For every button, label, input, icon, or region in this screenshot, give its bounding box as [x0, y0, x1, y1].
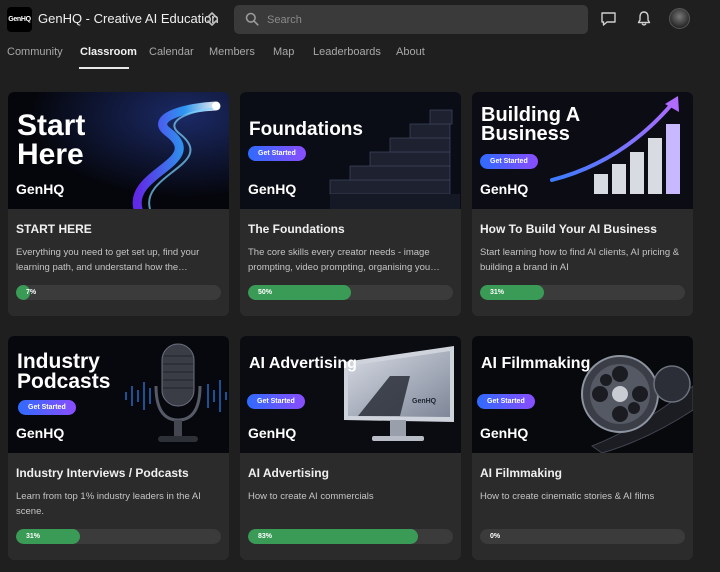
genhq-brand: GenHQ	[248, 425, 297, 441]
course-title[interactable]: The Foundations	[248, 222, 345, 236]
progress-label: 31%	[26, 533, 41, 540]
progress-fill	[248, 529, 419, 544]
course-description: Start learning how to find AI clients, A…	[480, 247, 680, 273]
genhq-brand: GenHQ	[16, 181, 65, 197]
course-description: The core skills every creator needs - im…	[248, 247, 440, 273]
thumbnail-title: Start Here	[17, 109, 86, 171]
thumbnail-title: Foundations	[249, 119, 363, 140]
tab-about[interactable]: About	[396, 46, 425, 58]
progress-label: 0%	[490, 533, 501, 540]
progress-bar: 83%	[248, 529, 453, 544]
thumbnail-title: AI Filmmaking	[481, 355, 591, 372]
course-card-foundations[interactable]: Foundations Get Started GenHQ The Founda…	[240, 92, 461, 316]
tab-map[interactable]: Map	[273, 46, 294, 58]
progress-label: 50%	[258, 289, 273, 296]
thumbnail-title: Industry Podcasts	[17, 350, 111, 393]
course-thumbnail: AI Advertising Get Started GenHQ GenHQ	[240, 336, 461, 453]
progress-bar: 50%	[248, 285, 453, 300]
course-thumbnail: Industry Podcasts Get Started GenHQ	[8, 336, 229, 453]
top-bar: GenHQ GenHQ - Creative AI Education	[0, 0, 720, 40]
thumbnail-title: AI Advertising	[249, 355, 357, 372]
thumbnail-title: Building A Business	[481, 104, 580, 145]
group-name[interactable]: GenHQ - Creative AI Education	[38, 11, 219, 26]
tab-leaderboards[interactable]: Leaderboards	[313, 46, 381, 58]
get-started-button: Get Started	[247, 394, 305, 409]
progress-label: 83%	[258, 533, 273, 540]
switch-community-icon[interactable]	[205, 10, 219, 28]
course-description: How to create cinematic stories & AI fil…	[480, 491, 655, 502]
search-bar[interactable]	[234, 5, 588, 34]
genhq-brand: GenHQ	[480, 181, 529, 197]
tab-classroom[interactable]: Classroom	[80, 46, 137, 58]
course-thumbnail: Foundations Get Started GenHQ	[240, 92, 461, 209]
group-logo[interactable]: GenHQ	[7, 7, 32, 32]
search-input[interactable]	[267, 5, 567, 34]
course-card-podcasts[interactable]: Industry Podcasts Get Started GenHQ Indu…	[8, 336, 229, 560]
course-title[interactable]: Industry Interviews / Podcasts	[16, 466, 189, 480]
course-title[interactable]: How To Build Your AI Business	[480, 222, 657, 236]
progress-bar: 7%	[16, 285, 221, 300]
course-card-start-here[interactable]: Start Here GenHQ START HERE Everything y…	[8, 92, 229, 316]
active-tab-indicator	[79, 67, 129, 69]
screen-brand-text: GenHQ	[412, 398, 437, 405]
tab-calendar[interactable]: Calendar	[149, 46, 194, 58]
course-card-advertising[interactable]: AI Advertising Get Started GenHQ GenHQ A…	[240, 336, 461, 560]
course-thumbnail: Building A Business Get Started GenHQ	[472, 92, 693, 209]
course-description: How to create AI commercials	[248, 491, 374, 502]
chat-icon[interactable]	[600, 10, 617, 27]
course-thumbnail: Start Here GenHQ	[8, 92, 229, 209]
get-started-button: Get Started	[18, 400, 76, 415]
nav-tabs: Community Classroom Calendar Members Map…	[0, 40, 720, 70]
progress-label: 7%	[26, 289, 37, 296]
course-card-business[interactable]: Building A Business Get Started GenHQ Ho…	[472, 92, 693, 316]
course-title[interactable]: AI Filmmaking	[480, 466, 562, 480]
search-icon	[245, 12, 259, 26]
course-card-filmmaking[interactable]: AI Filmmaking Get Started GenHQ AI Filmm…	[472, 336, 693, 560]
genhq-brand: GenHQ	[16, 425, 65, 441]
progress-label: 31%	[490, 289, 505, 296]
course-description: Everything you need to get set up, find …	[16, 247, 200, 273]
progress-bar: 0%	[480, 529, 685, 544]
progress-bar: 31%	[16, 529, 221, 544]
course-title[interactable]: AI Advertising	[248, 466, 329, 480]
genhq-brand: GenHQ	[248, 181, 297, 197]
tab-members[interactable]: Members	[209, 46, 255, 58]
genhq-brand: GenHQ	[480, 425, 529, 441]
progress-bar: 31%	[480, 285, 685, 300]
avatar[interactable]	[669, 8, 690, 29]
course-title[interactable]: START HERE	[16, 222, 92, 236]
get-started-button: Get Started	[480, 154, 538, 169]
get-started-button: Get Started	[477, 394, 535, 409]
get-started-button: Get Started	[248, 146, 306, 161]
course-description: Learn from top 1% industry leaders in th…	[16, 491, 201, 517]
bell-icon[interactable]	[636, 10, 652, 27]
tab-community[interactable]: Community	[7, 46, 63, 58]
course-thumbnail: AI Filmmaking Get Started GenHQ	[472, 336, 693, 453]
